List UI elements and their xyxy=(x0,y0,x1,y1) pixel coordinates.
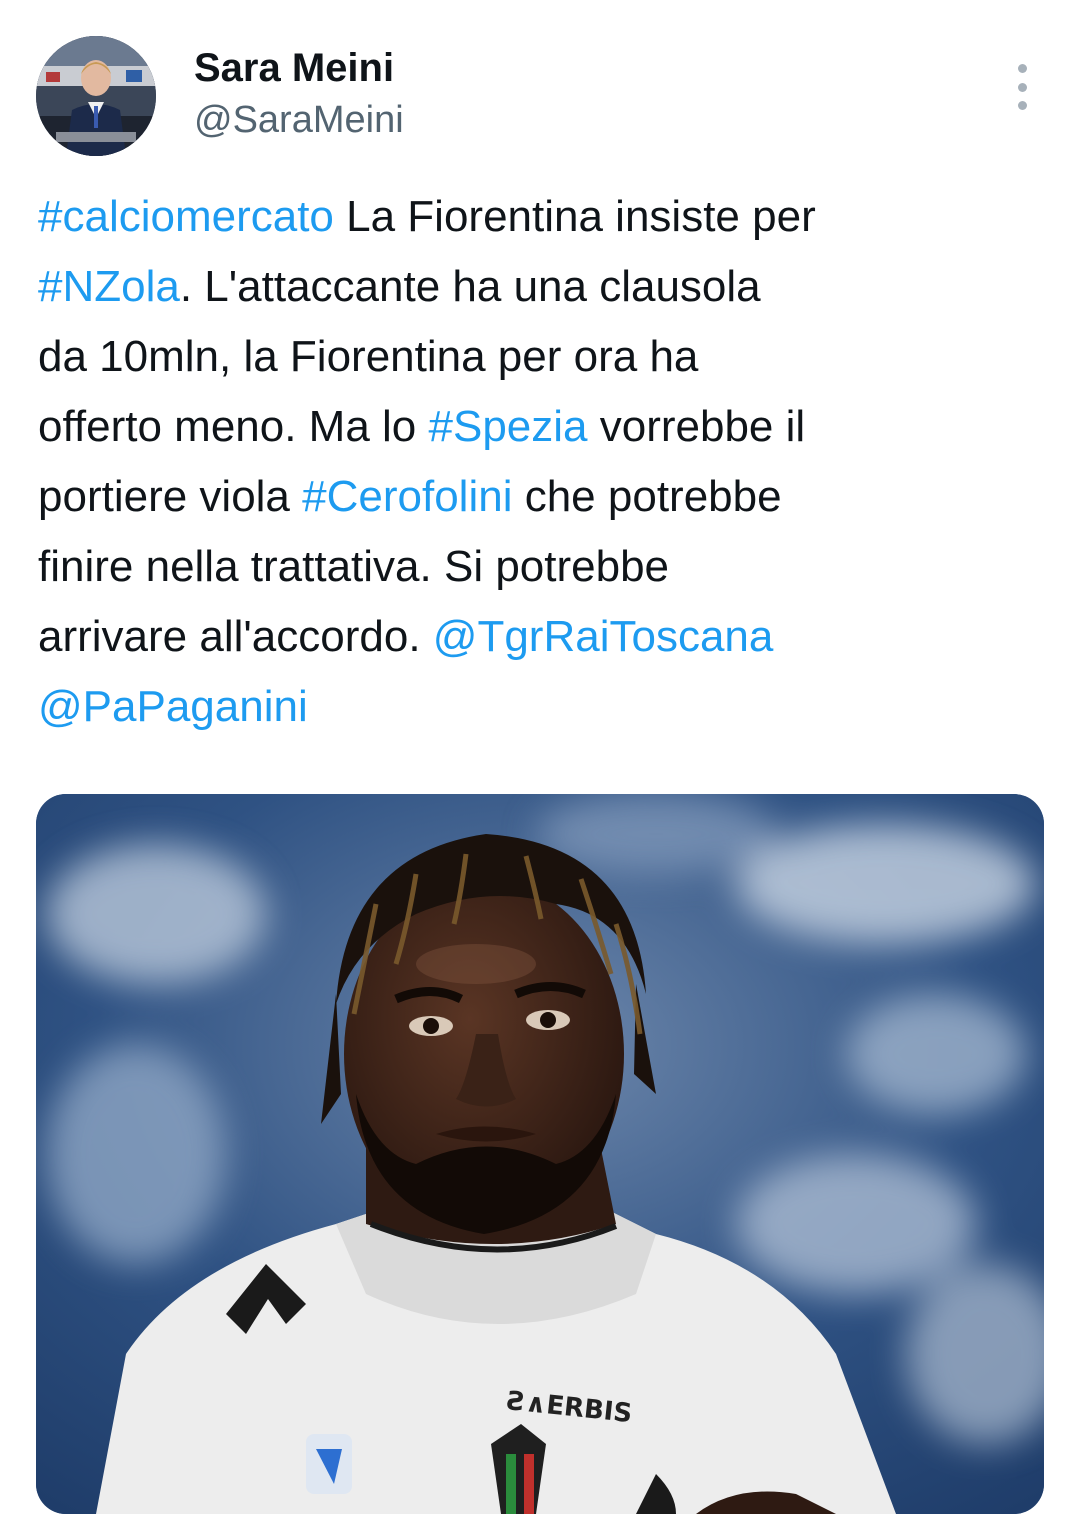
tweet-media-image[interactable]: Ƨ∧ERBIS xyxy=(36,794,1044,1514)
tweet-text-segment: portiere viola xyxy=(38,472,303,521)
hashtag-link[interactable]: #Spezia xyxy=(429,402,588,451)
tweet-text-segment: offerto meno. Ma lo xyxy=(38,402,429,451)
tweet-card[interactable]: Sara Meini @SaraMeini #calciomercato La … xyxy=(0,0,1080,1514)
dot xyxy=(1017,64,1027,73)
hashtag-link[interactable]: #Cerofolini xyxy=(302,472,512,521)
tweet-text-segment: da 10mln, la Fiorentina per ora ha xyxy=(38,332,699,381)
tweet-text-segment: arrivare all'accordo. xyxy=(38,612,433,661)
tweet-text-line: #NZola. L'attaccante ha una clausola xyxy=(38,252,1048,322)
tweet-header: Sara Meini @SaraMeini xyxy=(36,36,1046,160)
user-handle[interactable]: @SaraMeini xyxy=(194,94,404,146)
dot xyxy=(1017,82,1027,92)
tweet-text-segment: che potrebbe xyxy=(512,472,782,521)
tweet-text-line: offerto meno. Ma lo #Spezia vorrebbe il xyxy=(38,392,1048,462)
avatar[interactable] xyxy=(36,36,156,156)
tweet-text-line: finire nella trattativa. Si potrebbe xyxy=(38,532,1048,602)
hashtag-link[interactable]: #calciomercato xyxy=(38,192,334,241)
tweet-text-segment: . L'attaccante ha una clausola xyxy=(179,262,761,311)
display-name[interactable]: Sara Meini xyxy=(194,42,404,94)
tweet-text-line: @PaPaganini xyxy=(38,672,1048,742)
hashtag-link[interactable]: #NZola xyxy=(38,262,180,311)
tweet-text-line: portiere viola #Cerofolini che potrebbe xyxy=(38,462,1048,532)
player-photo: Ƨ∧ERBIS xyxy=(36,794,1044,1514)
tweet-text-line: da 10mln, la Fiorentina per ora ha xyxy=(38,322,1048,392)
user-names: Sara Meini @SaraMeini xyxy=(194,42,404,146)
tweet-text-line: #calciomercato La Fiorentina insiste per xyxy=(38,182,1048,252)
tweet-text: #calciomercato La Fiorentina insiste per… xyxy=(38,182,1048,742)
dot xyxy=(1017,101,1027,110)
tweet-text-segment: finire nella trattativa. Si potrebbe xyxy=(38,542,670,591)
tweet-text-segment: vorrebbe il xyxy=(587,402,806,451)
tweet-text-segment: La Fiorentina insiste per xyxy=(333,192,816,241)
tweet-text-line: arrivare all'accordo. @TgrRaiToscana xyxy=(38,602,1048,672)
mention-link[interactable]: @TgrRaiToscana xyxy=(433,612,774,661)
more-vertical-icon[interactable] xyxy=(1008,64,1036,110)
avatar-image xyxy=(36,36,156,156)
mention-link[interactable]: @PaPaganini xyxy=(38,682,308,731)
